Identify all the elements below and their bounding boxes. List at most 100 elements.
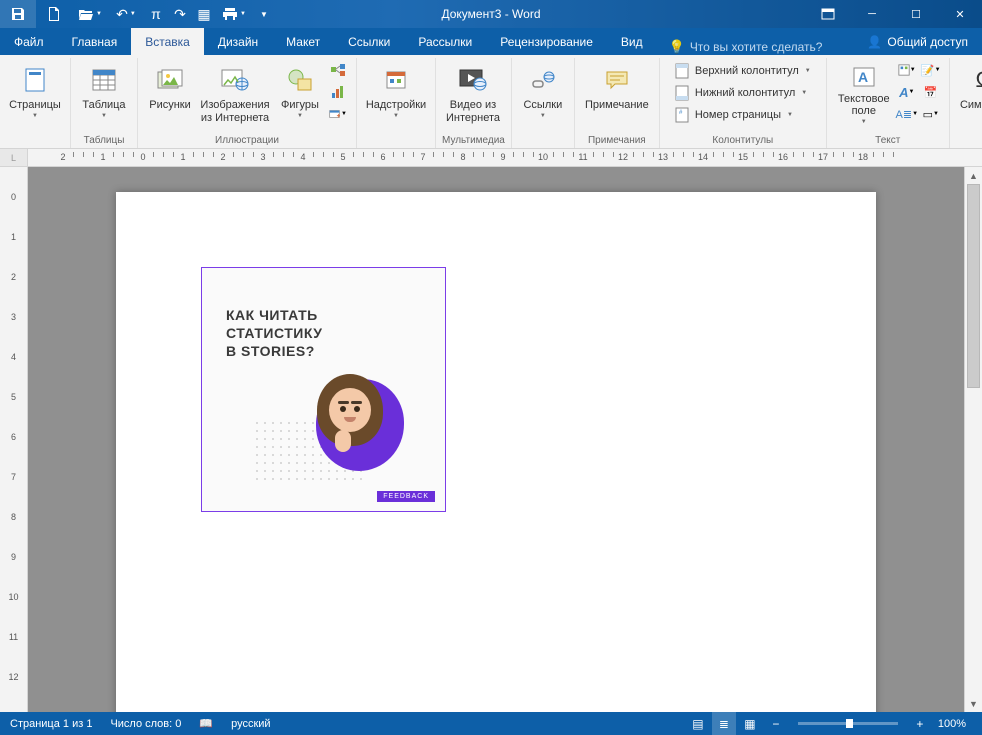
statusbar: Страница 1 из 1 Число слов: 0 📖 русский … (0, 712, 982, 735)
textbox-icon: A (852, 63, 876, 91)
tab-design[interactable]: Дизайн (204, 28, 272, 55)
wordart-button[interactable]: A▼ (897, 82, 917, 102)
page-view[interactable]: КАК ЧИТАТЬ СТАТИСТИКУ В STORIES? FEEDBAC… (28, 167, 964, 712)
online-video-button[interactable]: Видео из Интернета (442, 58, 504, 130)
text-small-2: 📝▼ 📅 ▭▼ (919, 58, 943, 126)
maximize-button[interactable]: ☐ (894, 0, 938, 28)
image-stamp: FEEDBACK (377, 491, 435, 502)
svg-text:✚: ✚ (337, 113, 340, 119)
tell-me-search[interactable]: 💡Что вы хотите сделать? (669, 39, 823, 55)
zoom-slider[interactable] (798, 722, 898, 725)
smartart-button[interactable] (328, 60, 348, 80)
tab-insert[interactable]: Вставка (131, 28, 204, 55)
zoom-slider-thumb[interactable] (846, 719, 853, 728)
quickparts-button[interactable]: ▼ (897, 60, 917, 80)
symbols-button[interactable]: ΩСимволы▼ (956, 58, 982, 130)
pagenum-icon: # (675, 107, 691, 123)
zoom-out-button[interactable]: − (764, 712, 788, 735)
status-proofing[interactable]: 📖 (199, 717, 213, 730)
undo-button[interactable]: ↶▼ (108, 0, 144, 28)
video-icon (459, 63, 487, 97)
page[interactable]: КАК ЧИТАТЬ СТАТИСТИКУ В STORIES? FEEDBAC… (116, 192, 876, 712)
redo-button[interactable]: ↷ (168, 0, 192, 28)
window-title: Документ3 - Word (441, 7, 540, 21)
content-area: 01234567891011121314 КАК ЧИТАТЬ СТАТИСТИ… (0, 167, 982, 712)
addins-icon (384, 63, 408, 97)
group-illustrations: Рисунки Изображения из Интернета Фигуры▼… (138, 58, 357, 148)
group-media: Видео из Интернета Мультимедиа (436, 58, 512, 148)
save-button[interactable] (0, 0, 36, 28)
pictures-button[interactable]: Рисунки (144, 58, 196, 130)
close-button[interactable]: ✕ (938, 0, 982, 28)
avatar-illustration (317, 374, 383, 446)
dropcap-button[interactable]: A≣▼ (897, 104, 917, 124)
header-button[interactable]: Верхний колонтитул▼ (670, 60, 816, 82)
datetime-button[interactable]: 📅 (921, 82, 941, 102)
view-print-button[interactable]: ≣ (712, 712, 736, 735)
scroll-down[interactable]: ▼ (965, 695, 982, 712)
view-web-button[interactable]: ▦ (738, 712, 762, 735)
group-pages: Страницы▼ Таблицы (0, 58, 71, 148)
pages-button[interactable]: Страницы▼ (6, 58, 64, 130)
object-button[interactable]: ▭▼ (921, 104, 941, 124)
tab-mailings[interactable]: Рассылки (404, 28, 486, 55)
illustration-small-buttons: ✚▼ (326, 58, 350, 126)
print-preview-button[interactable]: ▼ (216, 0, 252, 28)
links-button[interactable]: Ссылки▼ (518, 58, 568, 130)
comment-button[interactable]: Примечание (581, 58, 653, 130)
pictures-icon (157, 63, 183, 97)
footer-button[interactable]: Нижний колонтитул▼ (670, 82, 816, 104)
group-links: Ссылки▼ (512, 58, 575, 148)
scroll-track[interactable] (965, 184, 982, 695)
table-button[interactable]: Таблица▼ (77, 58, 131, 130)
ruler-corner: L (0, 149, 28, 166)
page-icon (24, 63, 46, 97)
customize-qat[interactable]: ▼ (252, 0, 276, 28)
shapes-button[interactable]: Фигуры▼ (274, 58, 326, 130)
open-button[interactable]: ▼ (72, 0, 108, 28)
tab-file[interactable]: Файл (0, 28, 58, 55)
ribbon-options-button[interactable] (806, 0, 850, 28)
view-read-button[interactable]: ▤ (686, 712, 710, 735)
new-button[interactable] (36, 0, 72, 28)
minimize-button[interactable]: ─ (850, 0, 894, 28)
ribbon: Страницы▼ Таблицы Таблица▼ Таблицы Рисун… (0, 55, 982, 149)
link-icon (530, 63, 556, 97)
tab-view[interactable]: Вид (607, 28, 657, 55)
status-page[interactable]: Страница 1 из 1 (10, 718, 92, 730)
image-text: КАК ЧИТАТЬ СТАТИСТИКУ В STORIES? (226, 306, 322, 361)
signature-button[interactable]: 📝▼ (921, 60, 941, 80)
zoom-in-button[interactable]: + (908, 712, 932, 735)
ruler-horizontal[interactable]: L 210123456789101112131415161718 (0, 149, 982, 167)
ruler-h-scale: 210123456789101112131415161718 (28, 149, 982, 166)
inserted-image[interactable]: КАК ЧИТАТЬ СТАТИСТИКУ В STORIES? FEEDBAC… (201, 267, 446, 512)
tab-references[interactable]: Ссылки (334, 28, 404, 55)
page-number-button[interactable]: #Номер страницы▼ (670, 104, 816, 126)
tab-home[interactable]: Главная (58, 28, 132, 55)
status-language[interactable]: русский (231, 718, 270, 730)
group-headers: Верхний колонтитул▼ Нижний колонтитул▼ #… (660, 58, 827, 148)
screenshot-button[interactable]: ✚▼ (328, 104, 348, 124)
scroll-thumb[interactable] (967, 184, 980, 388)
scroll-up[interactable]: ▲ (965, 167, 982, 184)
text-small-1: ▼ A▼ A≣▼ (895, 58, 919, 126)
zoom-level[interactable]: 100% (938, 718, 966, 730)
tab-layout[interactable]: Макет (272, 28, 334, 55)
ruler-vertical[interactable]: 01234567891011121314 (0, 167, 28, 712)
group-addins: Надстройки▼ (357, 58, 436, 148)
omega-icon: Ω (976, 63, 982, 97)
textbox-button[interactable]: AТекстовое поле▼ (833, 58, 895, 130)
status-words[interactable]: Число слов: 0 (110, 718, 181, 730)
table-qat-button[interactable]: ▦ (192, 0, 216, 28)
person-icon: 👤 (867, 35, 882, 49)
window-controls: ─ ☐ ✕ (806, 0, 982, 28)
chart-button[interactable] (328, 82, 348, 102)
svg-text:A: A (858, 69, 868, 85)
share-button[interactable]: 👤Общий доступ (853, 28, 982, 55)
equation-button[interactable]: π (144, 0, 168, 28)
addins-button[interactable]: Надстройки▼ (363, 58, 429, 130)
comment-icon (605, 63, 629, 97)
tab-review[interactable]: Рецензирование (486, 28, 607, 55)
online-pictures-button[interactable]: Изображения из Интернета (196, 58, 274, 130)
vertical-scrollbar[interactable]: ▲ ▼ (964, 167, 982, 712)
